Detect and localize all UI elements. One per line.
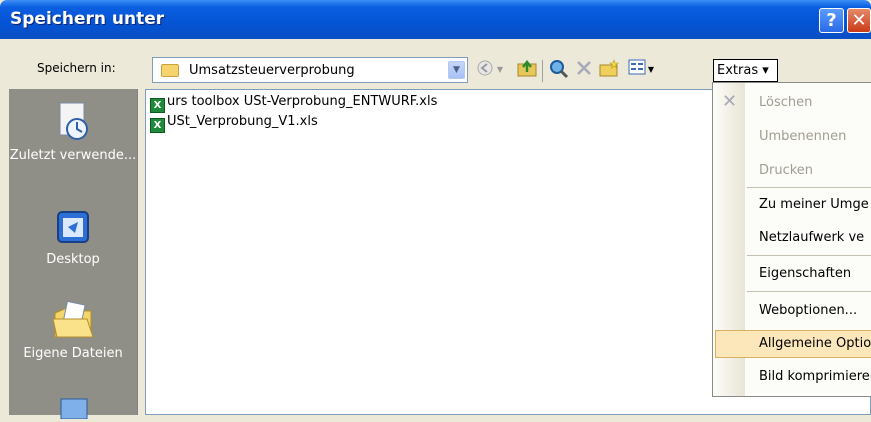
chevron-down-icon[interactable]: ▼ — [448, 61, 465, 79]
menu-item-delete[interactable]: Löschen — [759, 95, 812, 110]
extras-menu: ✕ Löschen Umbenennen Drucken Zu meiner U… — [712, 82, 871, 397]
menu-item-properties[interactable]: Eigenschaften — [759, 266, 851, 281]
window-title: Speichern unter — [10, 9, 165, 29]
menu-separator — [747, 187, 871, 188]
menu-item-web-options[interactable]: Weboptionen... — [759, 303, 857, 318]
save-in-label: Speichern in: — [37, 61, 116, 75]
places-bar: Zuletzt verwende... Desktop Eigene Datei… — [9, 89, 138, 419]
back-icon[interactable] — [474, 59, 496, 81]
my-computer-icon — [60, 398, 88, 419]
my-documents-icon — [52, 300, 94, 338]
menu-item-add-to-places[interactable]: Zu meiner Umge — [759, 197, 869, 212]
file-name: urs toolbox USt-Verprobung_ENTWURF.xls — [167, 94, 438, 109]
location-combobox[interactable]: Umsatzsteuerverprobung ▼ — [152, 57, 468, 83]
list-item[interactable]: Xurs toolbox USt-Verprobung_ENTWURF.xls — [150, 94, 437, 113]
help-button[interactable]: ? — [819, 8, 844, 33]
menu-item-rename[interactable]: Umbenennen — [759, 129, 846, 144]
place-label: Zuletzt verwende... — [9, 148, 137, 163]
search-web-icon[interactable] — [548, 59, 570, 81]
title-bar: Speichern unter ? ✕ — [0, 0, 871, 39]
new-folder-icon[interactable] — [598, 59, 620, 81]
up-folder-icon[interactable] — [516, 59, 538, 81]
views-dropdown-icon[interactable]: ▼ — [645, 59, 657, 81]
menu-separator — [747, 255, 871, 256]
excel-file-icon: X — [150, 118, 165, 133]
folder-icon — [161, 64, 179, 77]
place-label: Eigene Dateien — [23, 346, 123, 361]
list-item[interactable]: X USt_Verprobung_V1.xls — [150, 114, 318, 133]
place-desktop[interactable]: Desktop — [9, 209, 137, 267]
place-recent[interactable]: Zuletzt verwende... — [9, 101, 137, 163]
recent-documents-icon — [59, 102, 88, 140]
menu-item-map-network-drive[interactable]: Netzlaufwerk ve — [759, 230, 864, 245]
desktop-icon — [57, 211, 89, 243]
menu-item-compress-pictures[interactable]: Bild komprimierer — [759, 369, 871, 384]
extras-label: Extras ▾ — [717, 63, 769, 78]
excel-file-icon: X — [150, 98, 165, 113]
file-name: USt_Verprobung_V1.xls — [167, 114, 318, 129]
place-my-computer[interactable] — [9, 395, 137, 422]
delete-icon: ✕ — [722, 91, 738, 112]
delete-icon[interactable] — [573, 59, 595, 81]
close-button[interactable]: ✕ — [847, 8, 871, 33]
place-label: Desktop — [46, 252, 100, 267]
menu-item-general-options[interactable]: Allgemeine Optio — [759, 336, 871, 351]
menu-separator — [747, 291, 871, 292]
toolbar-separator — [542, 60, 543, 82]
extras-button[interactable]: Extras ▾ — [713, 59, 778, 82]
place-my-documents[interactable]: Eigene Dateien — [9, 299, 137, 361]
menu-item-print[interactable]: Drucken — [759, 163, 813, 178]
back-dropdown-icon[interactable]: ▼ — [494, 59, 506, 81]
location-value: Umsatzsteuerverprobung — [189, 63, 355, 78]
